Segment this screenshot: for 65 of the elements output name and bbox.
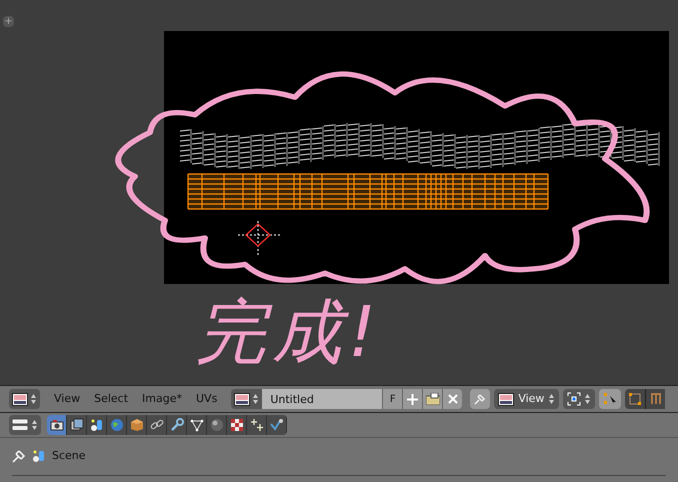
annotation-text: 完成! bbox=[196, 290, 382, 374]
up-down-arrows-icon bbox=[548, 393, 556, 405]
menu-item[interactable]: View bbox=[54, 390, 80, 408]
new-image-button[interactable] bbox=[402, 389, 422, 409]
edges-icon bbox=[650, 393, 662, 405]
shapes-icon bbox=[90, 418, 104, 432]
up-down-arrows-icon bbox=[584, 393, 592, 405]
view-mode-dropdown[interactable]: View bbox=[494, 389, 560, 409]
context-tab[interactable] bbox=[107, 415, 127, 435]
up-down-arrows-icon bbox=[252, 393, 260, 405]
vertex-select-button[interactable] bbox=[625, 389, 646, 409]
fake-user-button[interactable]: F bbox=[382, 389, 402, 409]
wrench-icon bbox=[170, 418, 184, 432]
context-tab[interactable] bbox=[67, 415, 87, 435]
context-tab[interactable] bbox=[247, 415, 267, 435]
context-tab[interactable] bbox=[127, 415, 147, 435]
menu-item[interactable]: Image* bbox=[142, 390, 182, 408]
image-editor-icon bbox=[498, 392, 514, 406]
folder-icon bbox=[426, 393, 440, 405]
plus-icon bbox=[407, 394, 418, 404]
menu-item[interactable]: UVs bbox=[196, 390, 218, 408]
image-editor-icon bbox=[234, 392, 250, 406]
triangle-vertices-icon bbox=[190, 418, 204, 432]
context-tab[interactable] bbox=[187, 415, 207, 435]
browse-image-button[interactable] bbox=[231, 389, 262, 409]
edge-select-button[interactable] bbox=[645, 389, 666, 409]
checker-icon bbox=[230, 418, 244, 432]
vertices-icon bbox=[629, 393, 642, 405]
menu-item[interactable]: Select bbox=[94, 390, 128, 408]
camera-icon bbox=[50, 418, 64, 432]
pin-icon bbox=[12, 449, 26, 464]
region-toggle-button[interactable]: + bbox=[3, 16, 14, 27]
cursor-icon bbox=[238, 220, 282, 258]
context-tab[interactable] bbox=[147, 415, 167, 435]
pin-button[interactable] bbox=[470, 389, 490, 409]
unlink-image-button[interactable] bbox=[442, 389, 462, 409]
editor-type-button[interactable] bbox=[9, 415, 41, 435]
image-name-field[interactable]: Untitled bbox=[262, 389, 382, 409]
selection-cursor-icon bbox=[603, 392, 618, 406]
context-tab[interactable] bbox=[167, 415, 187, 435]
pin-icon bbox=[474, 393, 486, 405]
shapes-icon bbox=[32, 449, 46, 464]
editor-type-button[interactable] bbox=[9, 389, 40, 409]
cube-icon bbox=[130, 418, 144, 432]
chain-link-icon bbox=[150, 418, 164, 432]
properties-editor-icon bbox=[12, 419, 28, 431]
up-down-arrows-icon bbox=[31, 419, 38, 431]
context-tab[interactable] bbox=[267, 415, 287, 435]
sparkles-icon bbox=[250, 418, 264, 432]
orbit-check-icon bbox=[270, 418, 284, 432]
sphere-icon bbox=[210, 418, 224, 432]
context-tab[interactable] bbox=[227, 415, 247, 435]
open-image-button[interactable] bbox=[422, 389, 442, 409]
globe-icon bbox=[110, 418, 124, 432]
context-tab[interactable] bbox=[47, 415, 67, 435]
sync-selection-button[interactable] bbox=[599, 389, 622, 409]
context-tab[interactable] bbox=[207, 415, 227, 435]
image-editor-icon bbox=[12, 392, 28, 406]
images-icon bbox=[70, 418, 84, 432]
up-down-arrows-icon bbox=[30, 393, 37, 405]
context-path: Scene bbox=[52, 448, 86, 464]
pivot-dropdown[interactable] bbox=[563, 389, 596, 409]
close-icon bbox=[448, 394, 458, 404]
context-tab[interactable] bbox=[87, 415, 107, 435]
pivot-icon bbox=[567, 392, 582, 406]
